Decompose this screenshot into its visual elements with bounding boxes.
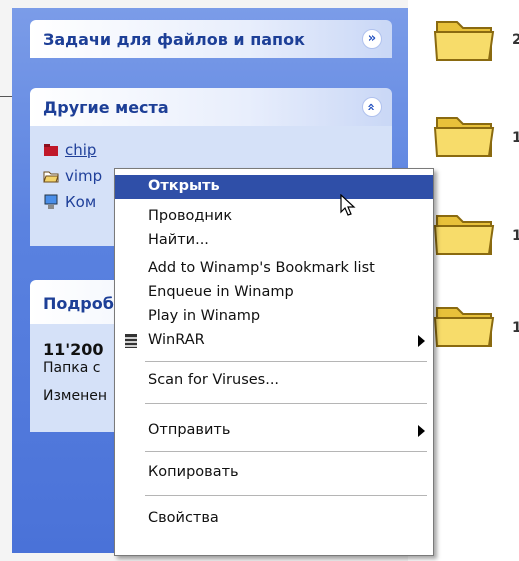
- place-item-label: chip: [65, 141, 97, 159]
- red-folder-icon: [43, 142, 59, 158]
- menu-item-winrar[interactable]: WinRAR: [115, 329, 433, 353]
- menu-item-winamp-play[interactable]: Play in Winamp: [115, 305, 433, 329]
- menu-separator: [145, 361, 427, 362]
- menu-item-label: Проводник: [148, 208, 233, 224]
- menu-item-open[interactable]: Открыть: [115, 175, 433, 199]
- submenu-arrow-icon: [418, 425, 425, 437]
- tasks-panel-header[interactable]: Задачи для файлов и папок »: [30, 20, 392, 58]
- winrar-icon: [123, 333, 139, 349]
- menu-item-scan-viruses[interactable]: Scan for Viruses...: [115, 369, 433, 393]
- folder-icon[interactable]: [433, 12, 495, 64]
- mouse-cursor-icon: [340, 194, 356, 216]
- places-panel-title: Другие места: [43, 98, 169, 117]
- folder-icon[interactable]: [433, 108, 495, 160]
- place-item-computer[interactable]: Ком: [43, 192, 96, 212]
- folder-icon[interactable]: [433, 298, 495, 350]
- file-item-label: 1: [512, 320, 519, 336]
- context-menu: Открыть Проводник Найти... Add to Winamp…: [114, 168, 434, 556]
- menu-item-label: Add to Winamp's Bookmark list: [148, 260, 375, 276]
- menu-item-label: WinRAR: [148, 332, 205, 348]
- place-item-chip[interactable]: chip: [43, 140, 96, 160]
- file-item-label: 2: [512, 32, 519, 48]
- submenu-arrow-icon: [418, 335, 425, 347]
- file-item-label: 1: [512, 130, 519, 146]
- menu-item-label: Свойства: [148, 510, 219, 526]
- details-name: 11'200: [43, 340, 104, 359]
- menu-separator: [145, 495, 427, 496]
- menu-item-explorer[interactable]: Проводник: [115, 205, 433, 229]
- menu-item-label: Enqueue in Winamp: [148, 284, 294, 300]
- details-modified: Изменен: [43, 388, 108, 404]
- menu-item-label: Отправить: [148, 422, 231, 438]
- menu-item-label: Play in Winamp: [148, 308, 261, 324]
- places-panel-header[interactable]: Другие места »: [30, 88, 392, 126]
- menu-item-label: Копировать: [148, 464, 239, 480]
- menu-separator: [145, 403, 427, 404]
- menu-item-winamp-bookmark[interactable]: Add to Winamp's Bookmark list: [115, 257, 433, 281]
- place-item-label: Ком: [65, 193, 97, 211]
- menu-item-label: Открыть: [148, 178, 220, 194]
- menu-item-winamp-enqueue[interactable]: Enqueue in Winamp: [115, 281, 433, 305]
- computer-icon: [43, 194, 59, 210]
- details-type: Папка с: [43, 360, 101, 376]
- chevron-down-icon[interactable]: »: [362, 29, 382, 49]
- folder-icon[interactable]: [433, 206, 495, 258]
- menu-item-send-to[interactable]: Отправить: [115, 419, 433, 443]
- menu-item-copy[interactable]: Копировать: [115, 461, 433, 485]
- menu-item-label: Scan for Viruses...: [148, 372, 280, 388]
- place-item-label: vimp: [65, 167, 103, 185]
- tasks-panel-title: Задачи для файлов и папок: [43, 30, 305, 49]
- folder-open-icon: [43, 168, 59, 184]
- menu-item-search[interactable]: Найти...: [115, 229, 433, 253]
- menu-item-label: Найти...: [148, 232, 209, 248]
- file-item-label: 1: [512, 228, 519, 244]
- details-panel-title: Подроб: [43, 294, 114, 313]
- chevron-up-icon[interactable]: »: [362, 97, 382, 117]
- place-item-vimp[interactable]: vimp: [43, 166, 102, 186]
- menu-separator: [145, 451, 427, 452]
- menu-item-properties[interactable]: Свойства: [115, 507, 433, 531]
- tasks-panel: Задачи для файлов и папок »: [30, 20, 392, 58]
